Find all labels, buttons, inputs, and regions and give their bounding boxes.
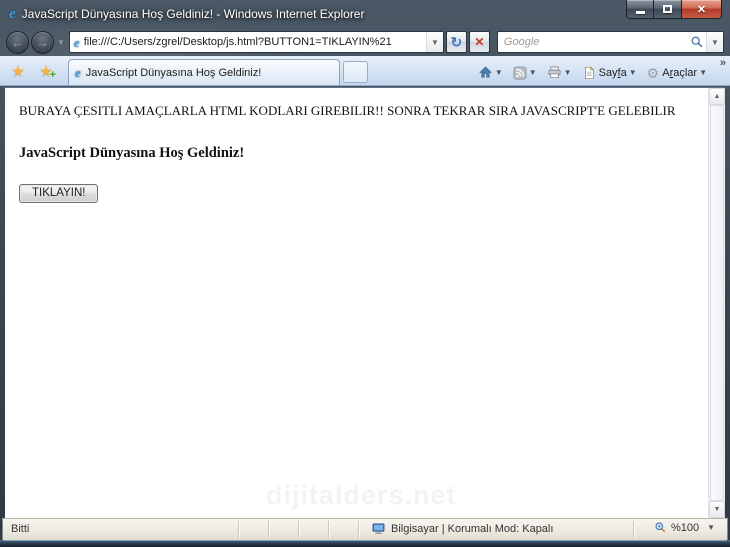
toolbar-overflow-icon[interactable]: »: [720, 57, 726, 69]
feeds-dropdown-icon[interactable]: ▼: [529, 68, 537, 77]
watermark-text: dijitalders.net: [266, 480, 457, 511]
page-menu-button[interactable]: Sayfa ▼: [579, 64, 644, 82]
status-bar: Bitti Bilgisayar | Korumalı Mod: Kapalı …: [2, 518, 728, 540]
window-bottom-edge: [0, 540, 730, 547]
forward-button[interactable]: →: [31, 31, 54, 54]
statusbar-separator: [298, 521, 299, 538]
page-heading: JavaScript Dünyasına Hoş Geldiniz!: [19, 145, 701, 162]
rss-feed-icon: [513, 66, 527, 80]
security-zone[interactable]: Bilgisayar | Korumalı Mod: Kapalı: [371, 521, 553, 536]
window-title: JavaScript Dünyasına Hoş Geldiniz! - Win…: [22, 7, 365, 21]
browser-window: e JavaScript Dünyasına Hoş Geldiniz! - W…: [0, 0, 730, 547]
zoom-dropdown-icon[interactable]: ▼: [707, 523, 715, 532]
refresh-icon: ↻: [451, 34, 463, 51]
tab-favicon-icon: e: [75, 65, 81, 80]
tools-dropdown-icon[interactable]: ▼: [699, 68, 707, 77]
favorites-star-icon: ★: [11, 62, 24, 80]
favorites-center-button[interactable]: ★: [5, 59, 31, 83]
address-bar[interactable]: e ▼: [69, 31, 444, 53]
scroll-down-button[interactable]: ▼: [709, 501, 725, 518]
tiklayin-button[interactable]: TIKLAYIN!: [19, 184, 98, 203]
address-input[interactable]: [84, 33, 426, 51]
gear-icon: ⚙: [647, 66, 660, 80]
tab-javascript-page[interactable]: e JavaScript Dünyasına Hoş Geldiniz!: [68, 59, 340, 85]
page-menu-label: Sayfa: [599, 67, 627, 79]
page-body: BURAYA ÇESITLI AMAÇLARLA HTML KODLARI GI…: [5, 88, 725, 162]
zoom-magnifier-icon: [654, 521, 667, 534]
security-zone-text: Bilgisayar | Korumalı Mod: Kapalı: [391, 523, 553, 535]
printer-icon: [547, 65, 562, 80]
page-icon: [582, 66, 596, 80]
statusbar-separator: [268, 521, 269, 538]
home-icon: [478, 65, 493, 80]
statusbar-separator: [238, 521, 239, 538]
statusbar-separator: [633, 521, 634, 538]
feeds-button[interactable]: ▼: [510, 64, 544, 82]
back-button[interactable]: ←: [6, 31, 29, 54]
add-favorite-button[interactable]: ★ +: [33, 59, 59, 83]
zoom-level-text: %100: [671, 522, 699, 534]
page-favicon-icon: e: [74, 35, 80, 50]
close-button[interactable]: ✕: [681, 0, 722, 19]
tab-strip: ★ ★ + e JavaScript Dünyasına Hoş Geldini…: [0, 56, 730, 86]
tools-menu-button[interactable]: ⚙ Araçlar ▼: [644, 64, 714, 82]
intro-paragraph: BURAYA ÇESITLI AMAÇLARLA HTML KODLARI GI…: [19, 100, 701, 121]
tab-title: JavaScript Dünyasına Hoş Geldiniz!: [86, 67, 261, 79]
refresh-button[interactable]: ↻: [446, 31, 467, 53]
navigation-bar: ← → ▼ e ▼ ↻ ✕ ▼: [0, 28, 730, 56]
search-options-dropdown-icon[interactable]: ▼: [706, 32, 723, 52]
new-tab-button[interactable]: [343, 61, 368, 83]
add-plus-icon: +: [50, 69, 56, 81]
recent-pages-dropdown[interactable]: ▼: [57, 38, 65, 47]
address-dropdown-icon[interactable]: ▼: [426, 32, 443, 52]
maximize-icon: [663, 5, 672, 13]
statusbar-separator: [328, 521, 329, 538]
title-bar[interactable]: e JavaScript Dünyasına Hoş Geldiniz! - W…: [0, 0, 730, 28]
home-dropdown-icon[interactable]: ▼: [495, 68, 503, 77]
statusbar-separator: [358, 521, 359, 538]
minimize-icon: [636, 11, 645, 14]
maximize-button[interactable]: [654, 0, 681, 19]
scroll-up-button[interactable]: ▲: [709, 88, 725, 105]
search-input[interactable]: [504, 33, 690, 51]
search-box[interactable]: ▼: [497, 31, 724, 53]
ie-logo-icon: e: [9, 7, 16, 22]
tools-menu-label: Araçlar: [662, 67, 697, 79]
vertical-scrollbar[interactable]: ▲ ▼: [708, 88, 725, 518]
page-dropdown-icon[interactable]: ▼: [629, 68, 637, 77]
home-button[interactable]: ▼: [475, 63, 510, 82]
page-viewport: BURAYA ÇESITLI AMAÇLARLA HTML KODLARI GI…: [5, 87, 725, 518]
print-dropdown-icon[interactable]: ▼: [564, 68, 572, 77]
status-text: Bitti: [11, 523, 29, 535]
minimize-button[interactable]: [626, 0, 654, 19]
command-bar: ▼ ▼ ▼ Sayfa ▼ ⚙ Araçlar ▼: [475, 63, 714, 82]
stop-icon: ✕: [474, 35, 484, 49]
window-controls: ✕: [626, 0, 722, 19]
search-icon[interactable]: [690, 35, 704, 49]
scrollbar-thumb[interactable]: [710, 105, 724, 501]
zoom-control[interactable]: %100 ▼: [654, 521, 719, 534]
stop-button[interactable]: ✕: [469, 31, 490, 53]
print-button[interactable]: ▼: [544, 63, 579, 82]
computer-icon: [371, 521, 386, 536]
